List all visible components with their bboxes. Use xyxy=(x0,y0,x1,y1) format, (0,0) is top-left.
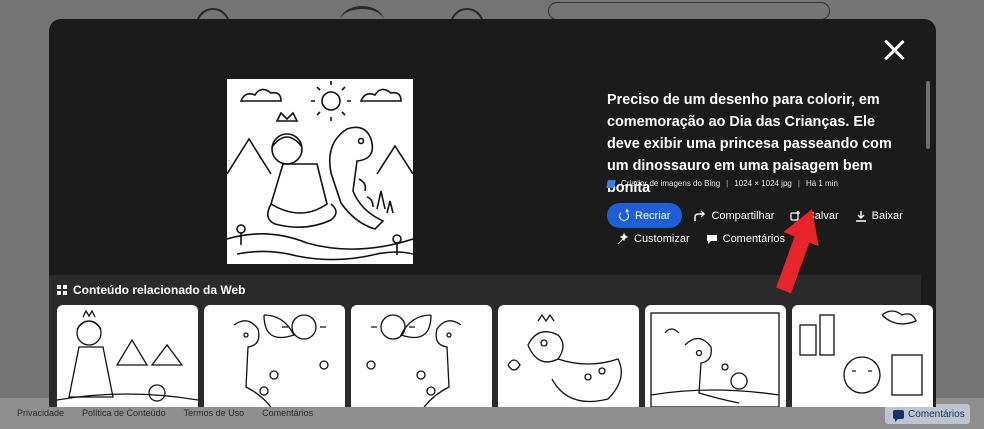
annotation-arrow-icon xyxy=(776,209,819,294)
related-content-section: Conteúdo relacionado da Web xyxy=(49,275,933,407)
footer-comments-label: Comentários xyxy=(908,408,965,420)
footer-link-privacy[interactable]: Privacidade xyxy=(17,408,64,418)
download-icon xyxy=(855,210,867,222)
meta-time: Há 1 min xyxy=(805,179,838,188)
customize-label: Customizar xyxy=(634,233,690,245)
related-thumbnail[interactable] xyxy=(792,305,933,407)
comment-icon xyxy=(706,233,718,245)
footer-link-content-policy[interactable]: Política de Conteúdo xyxy=(82,408,166,418)
meta-size: 1024 × 1024 jpg xyxy=(734,179,792,188)
image-meta: Criador de imagens do Bing | 1024 × 1024… xyxy=(606,179,838,188)
related-thumbnail[interactable] xyxy=(351,305,492,407)
generated-image[interactable] xyxy=(227,79,413,264)
related-thumbnail[interactable] xyxy=(498,305,639,407)
download-button[interactable]: Baixar xyxy=(855,210,903,222)
grid-icon xyxy=(57,285,67,295)
footer-links: Privacidade Política de Conteúdo Termos … xyxy=(17,408,313,418)
footer-link-comments[interactable]: Comentários xyxy=(262,408,313,418)
bing-icon xyxy=(606,179,616,188)
recreate-label: Recriar xyxy=(635,209,671,222)
meta-source[interactable]: Criador de imagens do Bing xyxy=(621,179,720,188)
footer-comments-button[interactable]: Comentários xyxy=(885,404,970,424)
chat-icon xyxy=(893,409,904,422)
related-thumbnail[interactable] xyxy=(204,305,345,407)
recreate-button[interactable]: Recriar xyxy=(607,203,683,228)
related-title: Conteúdo relacionado da Web xyxy=(57,283,245,297)
footer-link-terms[interactable]: Termos de Uso xyxy=(184,408,245,418)
refresh-icon xyxy=(619,210,629,221)
meta-separator: | xyxy=(726,179,729,188)
related-thumbnail[interactable] xyxy=(645,305,786,407)
coloring-page-illustration xyxy=(227,81,413,261)
meta-separator: | xyxy=(797,179,800,188)
customize-button[interactable]: Customizar xyxy=(617,233,690,245)
modal-scrollbar[interactable] xyxy=(926,81,930,149)
share-icon xyxy=(694,210,706,222)
related-title-text: Conteúdo relacionado da Web xyxy=(73,283,246,297)
customize-icon xyxy=(617,233,629,245)
close-icon[interactable] xyxy=(883,39,905,61)
download-label: Baixar xyxy=(871,209,903,222)
related-thumbnails xyxy=(57,305,933,407)
related-thumbnail[interactable] xyxy=(57,305,198,407)
